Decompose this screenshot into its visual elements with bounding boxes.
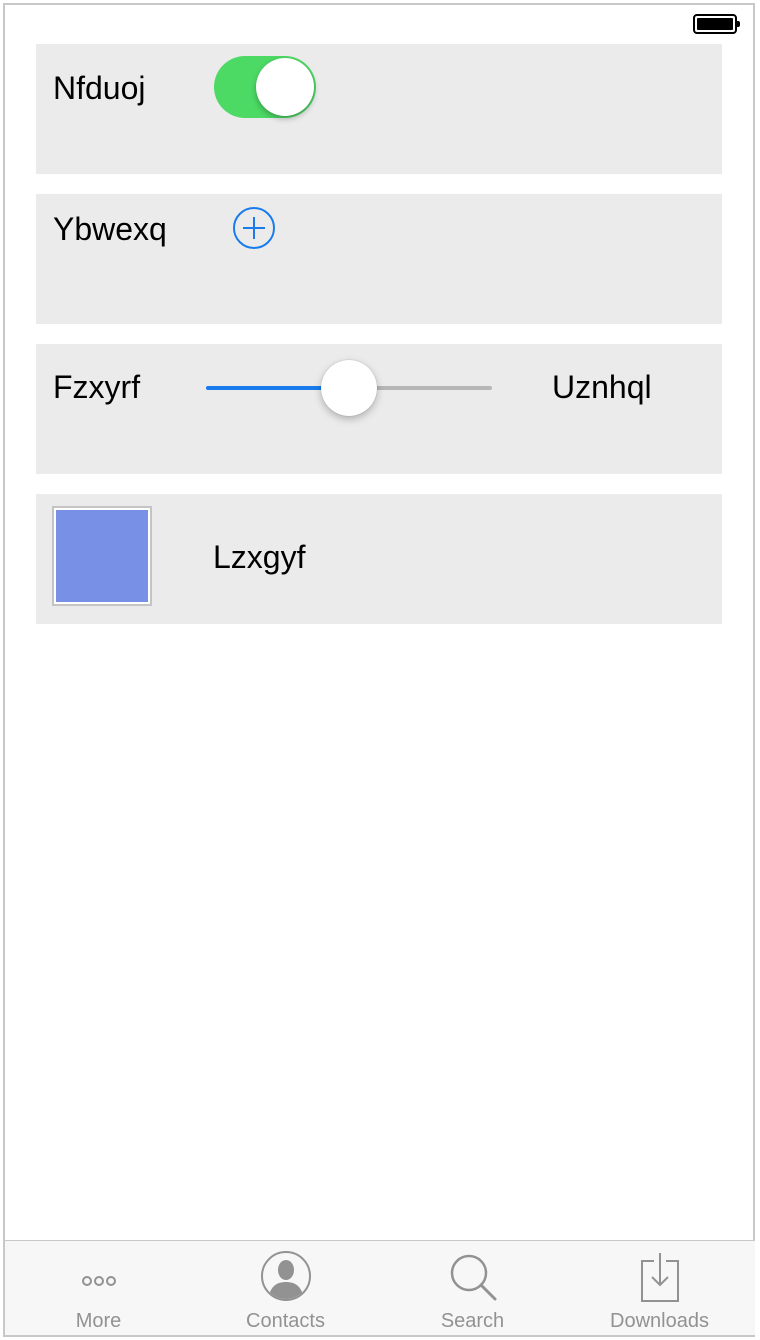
color-swatch-fill [56,510,148,602]
toggle-switch[interactable] [214,56,316,118]
search-icon [450,1254,496,1301]
settings-row-color: Lzxgyf [36,494,722,624]
color-swatch[interactable] [52,506,152,606]
more-icon [81,1276,116,1286]
toggle-knob [256,58,314,116]
tab-downloads-label: Downloads [610,1310,709,1332]
tab-downloads[interactable]: Downloads [566,1241,753,1336]
settings-row-slider: Fzxyrf Uznhql [36,344,722,474]
settings-row-toggle: Nfduoj [36,44,722,174]
color-row-label: Lzxgyf [213,539,306,575]
slider-thumb[interactable] [321,360,377,416]
add-button[interactable] [232,206,276,250]
add-row-label: Ybwexq [53,211,167,247]
tab-search[interactable]: Search [379,1241,566,1336]
slider[interactable] [206,358,492,418]
plus-circle-icon [233,207,275,249]
status-bar [0,0,760,44]
slider-end-label: Uznhql [552,369,652,405]
battery-icon [693,14,740,34]
slider-row-label: Fzxyrf [53,369,141,405]
tab-more[interactable]: More [5,1241,192,1336]
toggle-row-label: Nfduoj [53,70,146,106]
contacts-icon [260,1251,311,1301]
tab-more-label: More [75,1310,122,1332]
tab-contacts-label: Contacts [246,1310,325,1332]
tab-bar: More Contacts Search Downloads [5,1240,755,1335]
tab-contacts[interactable]: Contacts [192,1241,379,1336]
settings-row-add: Ybwexq [36,194,722,324]
tab-search-label: Search [440,1310,505,1332]
downloads-icon [640,1253,679,1302]
